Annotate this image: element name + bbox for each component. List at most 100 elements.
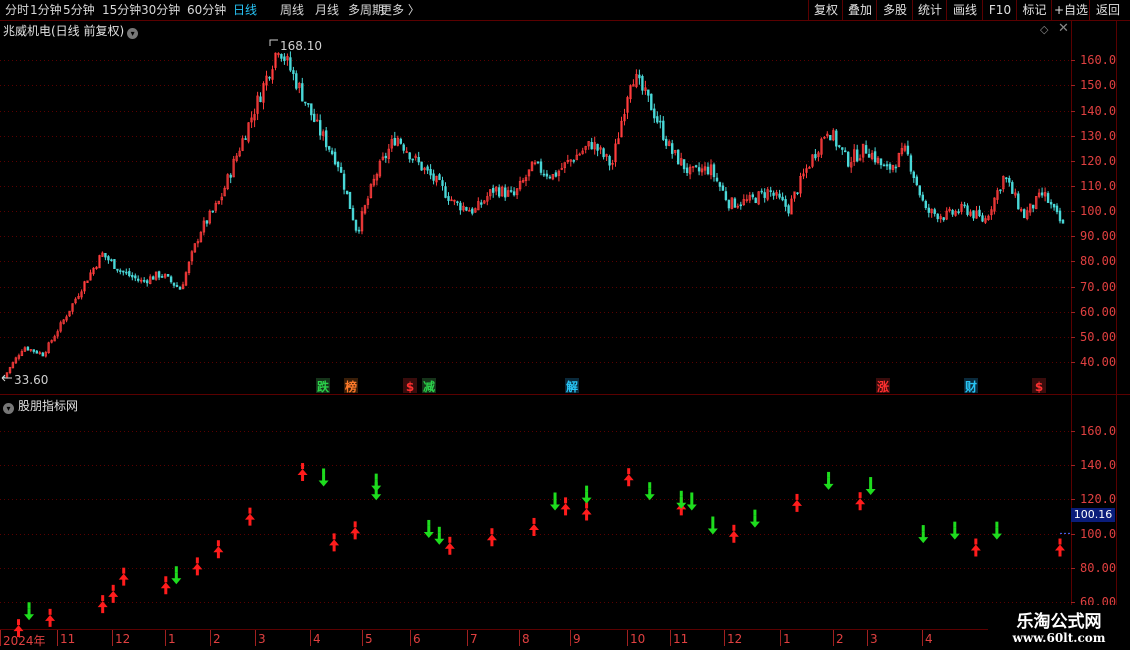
candle-body [662, 120, 665, 140]
event-marker: 榜 [345, 379, 357, 394]
candle-body [542, 173, 546, 176]
price-tick-label: 130.0 [1080, 128, 1117, 143]
stock-title: 兆威机电(日线 前复权) [3, 24, 125, 38]
chart-canvas[interactable]: 168.10 33.60 跌榜 $ 减 解 涨 财 $ [0, 0, 1130, 650]
candle-body [1055, 205, 1059, 213]
candle-body [459, 202, 462, 211]
candle-body [653, 108, 656, 119]
sell-bar [437, 526, 441, 533]
close-pane-icon[interactable]: ✕ [1058, 21, 1069, 36]
candle-body [491, 187, 495, 193]
sell-bar [648, 482, 652, 489]
candle-body [1032, 204, 1035, 209]
buy-arrow [329, 539, 340, 552]
price-tick-label: 100.0 [1080, 203, 1117, 218]
max-marker-line [269, 39, 278, 46]
sell-arrow [918, 531, 929, 544]
diamond-icon[interactable]: ◇ [1040, 23, 1048, 36]
chevron-down-icon[interactable]: ▾ [127, 28, 139, 39]
buy-arrow [350, 527, 361, 540]
chevron-down-icon[interactable]: ▾ [3, 403, 14, 414]
date-label: 4 [925, 632, 933, 646]
candle-body [408, 152, 411, 160]
sell-bar [427, 519, 431, 526]
candle-body [841, 147, 844, 150]
price-tick-label: 70.00 [1080, 279, 1117, 294]
buy-bar [858, 492, 862, 499]
buy-bar [48, 608, 52, 615]
date-label: 2024年 [3, 634, 46, 648]
candle-body [760, 190, 763, 193]
buy-bar [111, 584, 115, 591]
sell-bar [27, 602, 31, 609]
candle-body [867, 154, 871, 158]
price-tick-label: 50.00 [1080, 329, 1117, 344]
buy-bar [627, 468, 631, 475]
candle-body [670, 143, 674, 154]
candle-body [864, 145, 868, 154]
candle-body [307, 103, 310, 105]
sell-bar [374, 473, 378, 480]
sell-bar [553, 492, 557, 499]
sell-bar [869, 477, 873, 484]
buy-arrow [855, 498, 866, 511]
candle-body [399, 138, 402, 144]
sell-arrow [949, 527, 960, 540]
candle-body [694, 165, 698, 167]
candle-body [972, 210, 975, 219]
buy-arrow [444, 542, 455, 555]
candle-body [324, 130, 328, 148]
candle-body [739, 204, 743, 207]
candle-body [835, 130, 838, 147]
candle-body [906, 145, 910, 155]
candle-body [113, 259, 116, 269]
watermark-title: 乐淘公式网 [1016, 612, 1102, 632]
candle-body [175, 284, 179, 287]
indicator-tick-label: 100.0 [1080, 526, 1117, 541]
buy-bar [1058, 538, 1062, 545]
candle-body [539, 161, 543, 173]
buy-bar [490, 528, 494, 535]
date-label: 1 [783, 632, 791, 646]
candle-body [999, 189, 1002, 192]
sell-arrow [171, 572, 182, 585]
candle-body [283, 56, 286, 61]
candle-body [882, 164, 886, 167]
candle-body [781, 196, 784, 201]
candle-body [292, 70, 295, 75]
candle-body [497, 187, 501, 197]
buy-bar [301, 463, 305, 470]
date-label: 5 [365, 632, 373, 646]
candle-body [134, 275, 137, 279]
indicator-name: 股朋指标网 [18, 399, 79, 413]
candle-body [829, 135, 832, 141]
buy-bar [795, 493, 799, 500]
candle-body [1005, 177, 1008, 180]
candle-body [909, 155, 913, 172]
sell-arrow [550, 498, 561, 511]
buy-bar [532, 517, 536, 524]
price-tick-label: 140.0 [1080, 103, 1117, 118]
buy-arrow [970, 544, 981, 557]
date-label: 6 [413, 632, 421, 646]
candle-body [966, 205, 969, 215]
main-pane-title[interactable]: 兆威机电(日线 前复权) ▾ [3, 22, 139, 39]
candle-body [978, 209, 981, 217]
indicator-pane-title[interactable]: ▾ 股朋指标网 [3, 397, 78, 414]
candle-body [727, 199, 731, 209]
price-tick-label: 110.0 [1080, 178, 1117, 193]
buy-bar [122, 567, 126, 574]
candle-body [244, 138, 247, 140]
candle-body [927, 207, 931, 213]
date-label: 11 [60, 632, 76, 646]
date-label: 9 [573, 632, 581, 646]
candle-body [166, 273, 170, 277]
sell-arrow [676, 496, 687, 509]
candle-body [1061, 219, 1065, 224]
sell-bar [995, 521, 999, 528]
candle-body [471, 208, 474, 214]
event-marker: $ [1035, 380, 1043, 394]
candle-body [426, 166, 429, 171]
price-tick-label: 80.00 [1080, 253, 1117, 268]
buy-bar [974, 538, 978, 545]
